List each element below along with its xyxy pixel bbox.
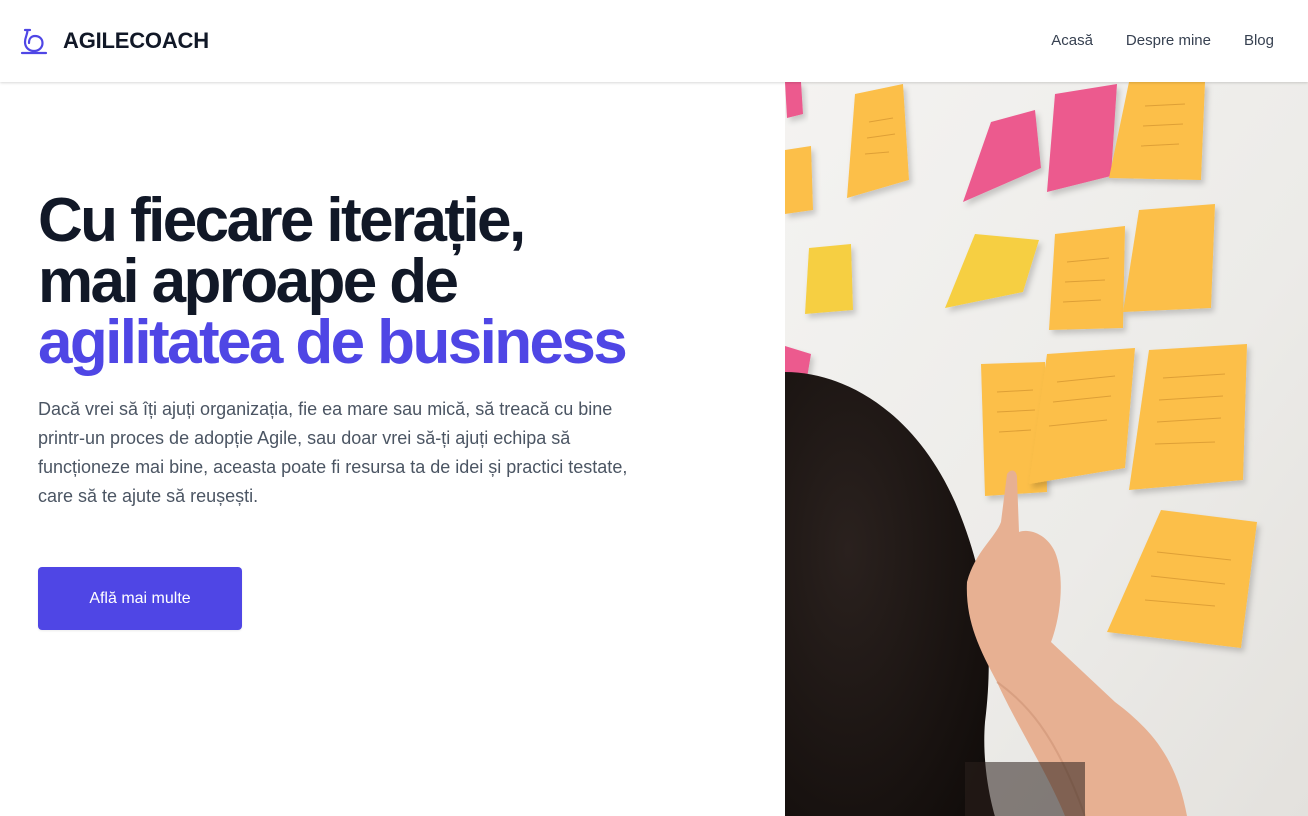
hero-text-block: Cu fiecare iterație, mai aproape de agil… bbox=[38, 190, 738, 511]
hero-image bbox=[785, 82, 1308, 816]
headline-line-1: Cu fiecare iterație, bbox=[38, 186, 526, 255]
nav-link-acasa[interactable]: Acasă bbox=[1051, 30, 1093, 52]
hero-description: Dacă vrei să îți ajuți organizația, fie … bbox=[38, 399, 628, 506]
site-header: AGILECOACH Acasă Despre mine Blog bbox=[0, 0, 1308, 82]
sticky-note bbox=[785, 82, 803, 118]
loop-logo-icon bbox=[20, 28, 48, 55]
headline-accent: agilitatea de business bbox=[38, 308, 628, 377]
brand-logo-link[interactable]: AGILECOACH bbox=[19, 26, 209, 56]
sticky-note bbox=[805, 244, 853, 314]
sticky-note bbox=[1047, 84, 1117, 192]
sticky-note bbox=[847, 84, 909, 198]
nav-link-blog[interactable]: Blog bbox=[1244, 30, 1274, 52]
sticky-note bbox=[785, 146, 813, 214]
sticky-notes-wall-photo bbox=[785, 82, 1308, 816]
sticky-note bbox=[1049, 226, 1125, 330]
nav-link-despre-mine[interactable]: Despre mine bbox=[1126, 30, 1211, 52]
brand-name: AGILECOACH bbox=[63, 28, 209, 53]
headline-line-2: mai aproape de bbox=[38, 247, 459, 316]
main-nav: Acasă Despre mine Blog bbox=[1051, 30, 1274, 52]
hero-headline: Cu fiecare iterație, mai aproape de agil… bbox=[38, 186, 738, 377]
learn-more-button[interactable]: Află mai multe bbox=[38, 567, 242, 630]
